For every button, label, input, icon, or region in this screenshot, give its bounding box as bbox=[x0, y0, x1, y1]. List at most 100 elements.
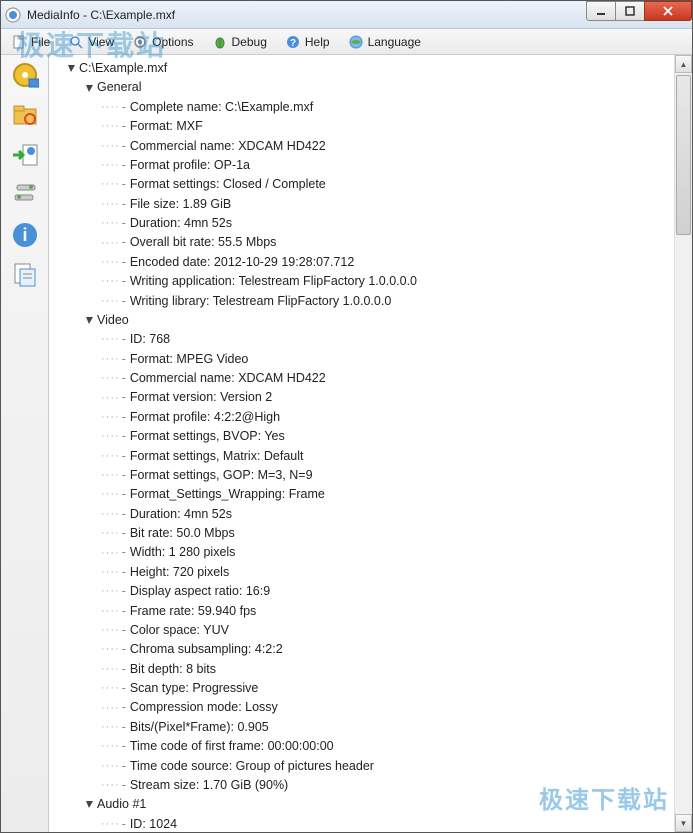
tree-leaf-label: Format profile: 4:2:2@High bbox=[130, 408, 280, 427]
leaf-bullet: - bbox=[122, 195, 126, 214]
tree-leaf-label: Frame rate: 59.940 fps bbox=[130, 602, 256, 621]
expand-toggle[interactable] bbox=[83, 799, 95, 811]
tree-leaf[interactable]: ····-Bits/(Pixel*Frame): 0.905 bbox=[51, 718, 672, 737]
tree-leaf[interactable]: ····-File size: 1.89 GiB bbox=[51, 195, 672, 214]
tree-leaf[interactable]: ····-Format: MPEG Video bbox=[51, 350, 672, 369]
tree-leaf[interactable]: ····-Bit depth: 8 bits bbox=[51, 660, 672, 679]
tree-leaf[interactable]: ····-Frame rate: 59.940 fps bbox=[51, 602, 672, 621]
tree-leaf[interactable]: ····-Writing application: Telestream Fli… bbox=[51, 272, 672, 291]
close-button[interactable] bbox=[644, 1, 692, 21]
scroll-thumb[interactable] bbox=[676, 75, 691, 235]
menu-debug[interactable]: Debug bbox=[208, 32, 271, 52]
tool-folder-icon[interactable] bbox=[9, 99, 41, 131]
tree-guide: ···· bbox=[101, 351, 120, 368]
tool-info-icon[interactable]: i bbox=[9, 219, 41, 251]
tree-leaf[interactable]: ····-Format profile: OP-1a bbox=[51, 156, 672, 175]
minimize-button[interactable] bbox=[586, 1, 616, 21]
tree-leaf[interactable]: ····-Writing library: Telestream FlipFac… bbox=[51, 292, 672, 311]
leaf-bullet: - bbox=[122, 272, 126, 291]
tree-leaf[interactable]: ····-Height: 720 pixels bbox=[51, 563, 672, 582]
tree-leaf-label: Writing library: Telestream FlipFactory … bbox=[130, 292, 391, 311]
leaf-bullet: - bbox=[122, 543, 126, 562]
tree-leaf-label: Format settings, Matrix: Default bbox=[130, 447, 304, 466]
tree-leaf[interactable]: ····-Width: 1 280 pixels bbox=[51, 543, 672, 562]
maximize-button[interactable] bbox=[615, 1, 645, 21]
tree-section-label: Audio #1 bbox=[97, 795, 146, 814]
leaf-bullet: - bbox=[122, 350, 126, 369]
tree-guide: ···· bbox=[101, 525, 120, 542]
expand-toggle[interactable] bbox=[83, 82, 95, 94]
tool-settings-icon[interactable] bbox=[9, 179, 41, 211]
menu-view[interactable]: View bbox=[64, 32, 118, 52]
tree-leaf[interactable]: ····-Format_Settings_Wrapping: Frame bbox=[51, 485, 672, 504]
scroll-track[interactable] bbox=[675, 73, 692, 814]
tree-leaf-label: Chroma subsampling: 4:2:2 bbox=[130, 640, 283, 659]
scroll-down-button[interactable]: ▼ bbox=[675, 814, 692, 832]
tool-export-icon[interactable] bbox=[9, 139, 41, 171]
menu-options[interactable]: Options bbox=[128, 32, 197, 52]
tree-guide: ···· bbox=[101, 176, 120, 193]
leaf-bullet: - bbox=[122, 815, 126, 832]
leaf-bullet: - bbox=[122, 582, 126, 601]
tree-leaf[interactable]: ····-ID: 1024 bbox=[51, 815, 672, 832]
tree-leaf[interactable]: ····-Complete name: C:\Example.mxf bbox=[51, 98, 672, 117]
tree-leaf[interactable]: ····-Format: MXF bbox=[51, 117, 672, 136]
tree-leaf[interactable]: ····-Duration: 4mn 52s bbox=[51, 214, 672, 233]
tree-section[interactable]: Audio #1 bbox=[51, 795, 672, 814]
vertical-scrollbar[interactable]: ▲ ▼ bbox=[674, 55, 692, 832]
tree-leaf-label: Height: 720 pixels bbox=[130, 563, 229, 582]
tree-leaf[interactable]: ····-Chroma subsampling: 4:2:2 bbox=[51, 640, 672, 659]
tree-leaf-label: Encoded date: 2012-10-29 19:28:07.712 bbox=[130, 253, 355, 272]
tree-leaf[interactable]: ····-Compression mode: Lossy bbox=[51, 698, 672, 717]
tree-guide: ···· bbox=[101, 293, 120, 310]
tree-leaf[interactable]: ····-Bit rate: 50.0 Mbps bbox=[51, 524, 672, 543]
tree-guide: ···· bbox=[101, 719, 120, 736]
tree-leaf[interactable]: ····-Commercial name: XDCAM HD422 bbox=[51, 369, 672, 388]
menu-file[interactable]: File bbox=[7, 32, 54, 52]
tree-leaf[interactable]: ····-ID: 768 bbox=[51, 330, 672, 349]
tree-leaf[interactable]: ····-Format version: Version 2 bbox=[51, 388, 672, 407]
svg-text:?: ? bbox=[290, 38, 296, 49]
tree-leaf[interactable]: ····-Time code of first frame: 00:00:00:… bbox=[51, 737, 672, 756]
tree-leaf[interactable]: ····-Format settings, BVOP: Yes bbox=[51, 427, 672, 446]
tree-view[interactable]: C:\Example.mxfGeneral····-Complete name:… bbox=[49, 55, 674, 832]
tree-section[interactable]: Video bbox=[51, 311, 672, 330]
tree-leaf[interactable]: ····-Commercial name: XDCAM HD422 bbox=[51, 137, 672, 156]
file-icon bbox=[11, 34, 27, 50]
tree-guide: ···· bbox=[101, 448, 120, 465]
tree-guide: ···· bbox=[101, 700, 120, 717]
tree-leaf[interactable]: ····-Color space: YUV bbox=[51, 621, 672, 640]
tree-root[interactable]: C:\Example.mxf bbox=[51, 59, 672, 78]
tree-leaf-label: Duration: 4mn 52s bbox=[130, 505, 232, 524]
tree-leaf-label: Stream size: 1.70 GiB (90%) bbox=[130, 776, 288, 795]
expand-toggle[interactable] bbox=[65, 63, 77, 75]
leaf-bullet: - bbox=[122, 621, 126, 640]
tree-leaf[interactable]: ····-Format settings: Closed / Complete bbox=[51, 175, 672, 194]
menu-language[interactable]: Language bbox=[344, 32, 425, 52]
menu-help[interactable]: ? Help bbox=[281, 32, 334, 52]
expand-toggle[interactable] bbox=[83, 315, 95, 327]
tree-section[interactable]: General bbox=[51, 78, 672, 97]
tree-leaf[interactable]: ····-Scan type: Progressive bbox=[51, 679, 672, 698]
tree-leaf[interactable]: ····-Display aspect ratio: 16:9 bbox=[51, 582, 672, 601]
tree-leaf[interactable]: ····-Format profile: 4:2:2@High bbox=[51, 408, 672, 427]
scroll-up-button[interactable]: ▲ bbox=[675, 55, 692, 73]
leaf-bullet: - bbox=[122, 156, 126, 175]
tree-leaf[interactable]: ····-Time code source: Group of pictures… bbox=[51, 757, 672, 776]
leaf-bullet: - bbox=[122, 660, 126, 679]
tree-leaf[interactable]: ····-Encoded date: 2012-10-29 19:28:07.7… bbox=[51, 253, 672, 272]
tree-leaf[interactable]: ····-Duration: 4mn 52s bbox=[51, 505, 672, 524]
tree-leaf[interactable]: ····-Format settings, GOP: M=3, N=9 bbox=[51, 466, 672, 485]
tree-guide: ···· bbox=[101, 196, 120, 213]
tool-document-icon[interactable] bbox=[9, 259, 41, 291]
tree-leaf[interactable]: ····-Stream size: 1.70 GiB (90%) bbox=[51, 776, 672, 795]
tree-leaf[interactable]: ····-Format settings, Matrix: Default bbox=[51, 447, 672, 466]
titlebar[interactable]: MediaInfo - C:\Example.mxf bbox=[1, 1, 692, 29]
tool-media-icon[interactable] bbox=[9, 59, 41, 91]
menu-label: Options bbox=[152, 35, 193, 49]
tree-leaf-label: Display aspect ratio: 16:9 bbox=[130, 582, 270, 601]
tree-leaf-label: Overall bit rate: 55.5 Mbps bbox=[130, 233, 277, 252]
debug-icon bbox=[212, 34, 228, 50]
tree-guide: ···· bbox=[101, 428, 120, 445]
tree-leaf[interactable]: ····-Overall bit rate: 55.5 Mbps bbox=[51, 233, 672, 252]
